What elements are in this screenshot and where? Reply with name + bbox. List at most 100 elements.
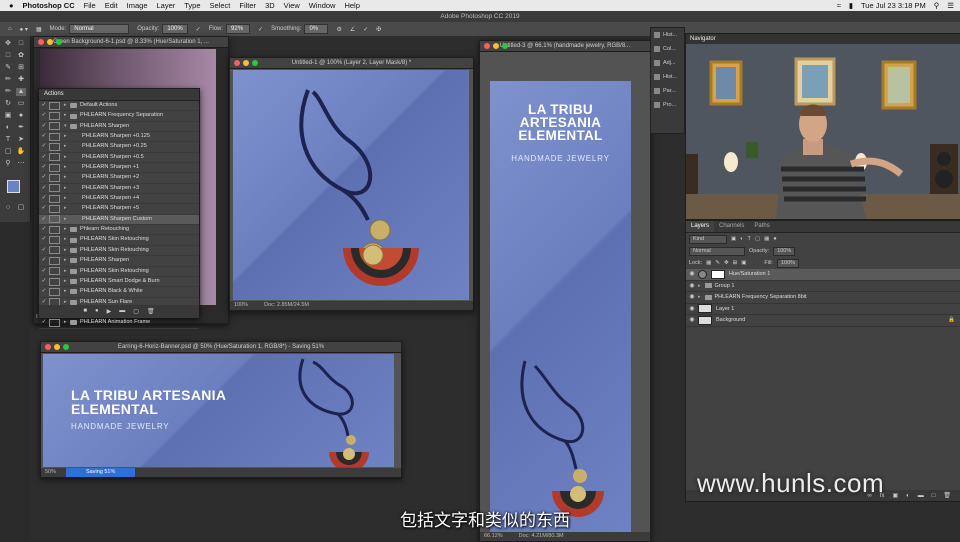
apple-menu-icon[interactable]: ● xyxy=(9,1,14,10)
menu-window[interactable]: Window xyxy=(309,1,336,10)
shape-tool-icon[interactable]: ▢ xyxy=(3,148,13,156)
type-tool-icon[interactable]: T xyxy=(3,136,13,144)
toggle-item-check-icon[interactable]: ✓ xyxy=(39,153,49,162)
menu-edit[interactable]: Edit xyxy=(105,1,118,10)
stop-action-icon[interactable]: ■ xyxy=(83,308,87,314)
layer-mask-thumbnail[interactable] xyxy=(711,269,725,279)
tab-layers[interactable]: Layers xyxy=(686,221,715,232)
zoom-tool-icon[interactable]: ⚲ xyxy=(3,160,13,168)
wifi-icon[interactable]: ≈ xyxy=(837,1,841,10)
zoom-window-icon[interactable] xyxy=(63,344,69,350)
actions-panel-title[interactable]: Actions xyxy=(39,89,199,101)
filter-shape-icon[interactable]: ▢ xyxy=(755,233,760,245)
minimize-window-icon[interactable] xyxy=(54,344,60,350)
menu-view[interactable]: View xyxy=(284,1,300,10)
toggle-item-check-icon[interactable]: ✓ xyxy=(39,246,49,255)
lock-icon[interactable]: 🔒 xyxy=(948,315,955,326)
toggle-item-check-icon[interactable]: ✓ xyxy=(39,256,49,265)
zoom-window-icon[interactable] xyxy=(502,43,508,49)
new-adjustment-icon[interactable]: ◐ xyxy=(906,493,910,499)
toggle-dialog-icon[interactable] xyxy=(49,215,60,224)
filter-adjustment-icon[interactable]: ◐ xyxy=(740,233,743,245)
blur-tool-icon[interactable]: ● xyxy=(16,112,26,120)
document-title-bar[interactable]: Untitled-3 @ 66.1% (handmade jewelry, RG… xyxy=(480,41,650,52)
toggle-item-check-icon[interactable]: ✓ xyxy=(39,204,49,213)
toggle-item-check-icon[interactable]: ✓ xyxy=(39,163,49,172)
quick-mask-icon[interactable]: ○ xyxy=(3,204,13,212)
action-row[interactable]: ✓ ▸ PHLEARN Sharpen +5 xyxy=(39,204,199,215)
close-window-icon[interactable] xyxy=(234,60,240,66)
toggle-item-check-icon[interactable]: ✓ xyxy=(39,194,49,203)
toggle-dialog-icon[interactable] xyxy=(49,101,60,110)
dock-histogram[interactable]: Hist... xyxy=(651,70,684,84)
toggle-item-check-icon[interactable]: ✓ xyxy=(39,215,49,224)
action-row[interactable]: ✓ ▸ PHLEARN Sharpen Custom xyxy=(39,214,199,226)
layer-row[interactable]: ◉ ▸ Group 1 xyxy=(686,281,960,292)
document-window-banner[interactable]: Earring-6-Horiz-Banner.psd @ 50% (Hue/Sa… xyxy=(40,341,402,478)
toggle-dialog-icon[interactable] xyxy=(49,267,60,276)
brush-settings-icon[interactable]: ▦ xyxy=(36,26,42,33)
action-row[interactable]: ✓ ▸ PHLEARN Sharpen +2 xyxy=(39,173,199,184)
lock-transparent-icon[interactable]: ▦ xyxy=(706,257,711,269)
action-row[interactable]: ✓ ▸ PHLEARN Skin Retouching xyxy=(39,246,199,257)
zoom-level[interactable]: 100% xyxy=(234,301,248,310)
action-row[interactable]: ✓ ▸ PHLEARN Black & White xyxy=(39,287,199,298)
close-window-icon[interactable] xyxy=(45,344,51,350)
eraser-tool-icon[interactable]: ▭ xyxy=(16,100,26,108)
toggle-dialog-icon[interactable] xyxy=(49,277,60,286)
action-row[interactable]: ✓▸PHLEARN Sharpen xyxy=(39,256,199,267)
action-row[interactable]: ✓ ▸ PHLEARN Sharpen +1 xyxy=(39,163,199,174)
toggle-item-check-icon[interactable]: ✓ xyxy=(39,277,49,286)
filter-pixel-icon[interactable]: ▣ xyxy=(731,233,736,245)
toggle-item-check-icon[interactable]: ✓ xyxy=(39,267,49,276)
toggle-dialog-icon[interactable] xyxy=(49,256,60,265)
marquee-tool-icon[interactable]: □ xyxy=(3,52,13,60)
delete-action-icon[interactable]: 🗑 xyxy=(147,308,155,315)
toggle-dialog-icon[interactable] xyxy=(49,163,60,172)
lock-artboard-icon[interactable]: ⊞ xyxy=(733,257,738,269)
action-row[interactable]: ✓ ▸ PHLEARN Smart Dodge & Burn xyxy=(39,277,199,288)
dock-adjustments[interactable]: Adj... xyxy=(651,56,684,70)
menu-layer[interactable]: Layer xyxy=(157,1,176,10)
toggle-dialog-icon[interactable] xyxy=(49,122,60,131)
layer-row[interactable]: ◉ Hue/Saturation 1 xyxy=(686,269,960,281)
screen-mode-icon[interactable]: ▢ xyxy=(16,204,26,212)
action-row[interactable]: ✓ ▸ PHLEARN Sharpen +0.125 xyxy=(39,132,199,143)
foreground-color-swatch[interactable] xyxy=(7,180,20,193)
quick-select-tool-icon[interactable]: ✎ xyxy=(3,64,13,72)
brush-tool-icon[interactable]: ✏ xyxy=(3,88,13,96)
action-row[interactable]: ✓ ▸ PHLEARN Sharpen +3 xyxy=(39,184,199,195)
menu-select[interactable]: Select xyxy=(210,1,231,10)
toggle-item-check-icon[interactable]: ✓ xyxy=(39,235,49,244)
menu-image[interactable]: Image xyxy=(127,1,148,10)
close-window-icon[interactable] xyxy=(38,39,44,45)
tab-paths[interactable]: Paths xyxy=(749,221,774,232)
doc-size[interactable]: Doc: 2.85M/24.5M xyxy=(264,301,309,310)
action-row[interactable]: ✓ ▸ Default Actions xyxy=(39,101,199,112)
mode-select[interactable]: Normal xyxy=(69,24,130,34)
menu-help[interactable]: Help xyxy=(344,1,359,10)
layer-fill-field[interactable]: 100% xyxy=(776,258,800,268)
filter-toggle-icon[interactable]: ● xyxy=(773,233,776,245)
eyedropper-tool-icon[interactable]: ✏ xyxy=(3,76,13,84)
action-row[interactable]: ✓ ▸ PHLEARN Skin Retouching xyxy=(39,235,199,246)
canvas-horizontal-banner[interactable]: LA TRIBU ARTESANIA ELEMENTAL HANDMADE JE… xyxy=(43,354,394,467)
visibility-eye-icon[interactable]: ◉ xyxy=(686,269,698,280)
action-row[interactable]: ✓ ▸ PHLEARN Sharpen +0.5 xyxy=(39,153,199,164)
toggle-item-check-icon[interactable]: ✓ xyxy=(39,225,49,234)
toggle-dialog-icon[interactable] xyxy=(49,194,60,203)
angle-icon[interactable]: ∠ xyxy=(350,26,355,33)
toggle-item-check-icon[interactable]: ✓ xyxy=(39,132,49,141)
action-row[interactable]: ✓ ▸ PHLEARN Frequency Separation xyxy=(39,111,199,122)
blend-mode-select[interactable]: Normal xyxy=(689,246,745,256)
layer-row[interactable]: ◉ Layer 1 xyxy=(686,304,960,315)
close-window-icon[interactable] xyxy=(484,43,490,49)
layer-thumbnail[interactable] xyxy=(698,315,712,325)
smoothing-settings-icon[interactable]: ⚙ xyxy=(336,26,341,33)
zoom-level[interactable]: 50% xyxy=(45,468,56,477)
menu-list-icon[interactable]: ☰ xyxy=(947,1,954,10)
dock-history[interactable]: Hist... xyxy=(651,28,684,42)
delete-layer-icon[interactable]: 🗑 xyxy=(943,492,951,499)
stamp-tool-icon[interactable]: ▲ xyxy=(16,88,26,96)
zoom-window-icon[interactable] xyxy=(252,60,258,66)
